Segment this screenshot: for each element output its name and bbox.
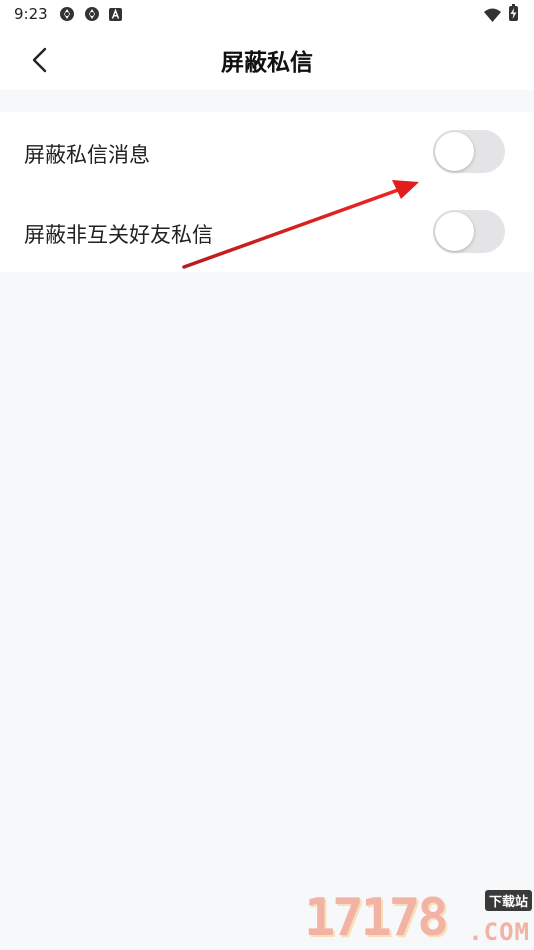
block-messages-toggle[interactable] — [433, 130, 505, 173]
setting-label: 屏蔽私信消息 — [24, 143, 150, 167]
block-non-mutual-toggle[interactable] — [433, 210, 505, 253]
battery-charging-icon — [509, 4, 518, 21]
status-bar: 9:23 — [0, 0, 534, 28]
site-watermark: 17178 下载站 .COM — [304, 888, 534, 950]
setting-label: 屏蔽非互关好友私信 — [24, 223, 213, 247]
setting-row-block-non-mutual: 屏蔽非互关好友私信 — [0, 192, 534, 272]
app-notification-icon — [85, 7, 99, 21]
setting-row-block-messages: 屏蔽私信消息 — [0, 112, 534, 192]
wifi-icon — [484, 8, 501, 22]
watermark-tag: 下载站 — [484, 890, 532, 911]
watermark-digits: 17178 — [304, 888, 449, 948]
header: 屏蔽私信 — [0, 28, 534, 90]
settings-list: 屏蔽私信消息 屏蔽非互关好友私信 — [0, 112, 534, 272]
toggle-knob — [435, 212, 474, 251]
page-title: 屏蔽私信 — [221, 50, 313, 76]
status-time: 9:23 — [14, 5, 48, 23]
watermark-domain: .COM — [468, 918, 530, 946]
app-notification-icon — [60, 7, 74, 21]
a-badge-icon — [109, 8, 122, 21]
screen: 9:23 屏蔽私信 屏蔽私信消息 屏蔽非互关好友私信 17178 下载站 .CO… — [0, 0, 534, 950]
toggle-knob — [435, 132, 474, 171]
